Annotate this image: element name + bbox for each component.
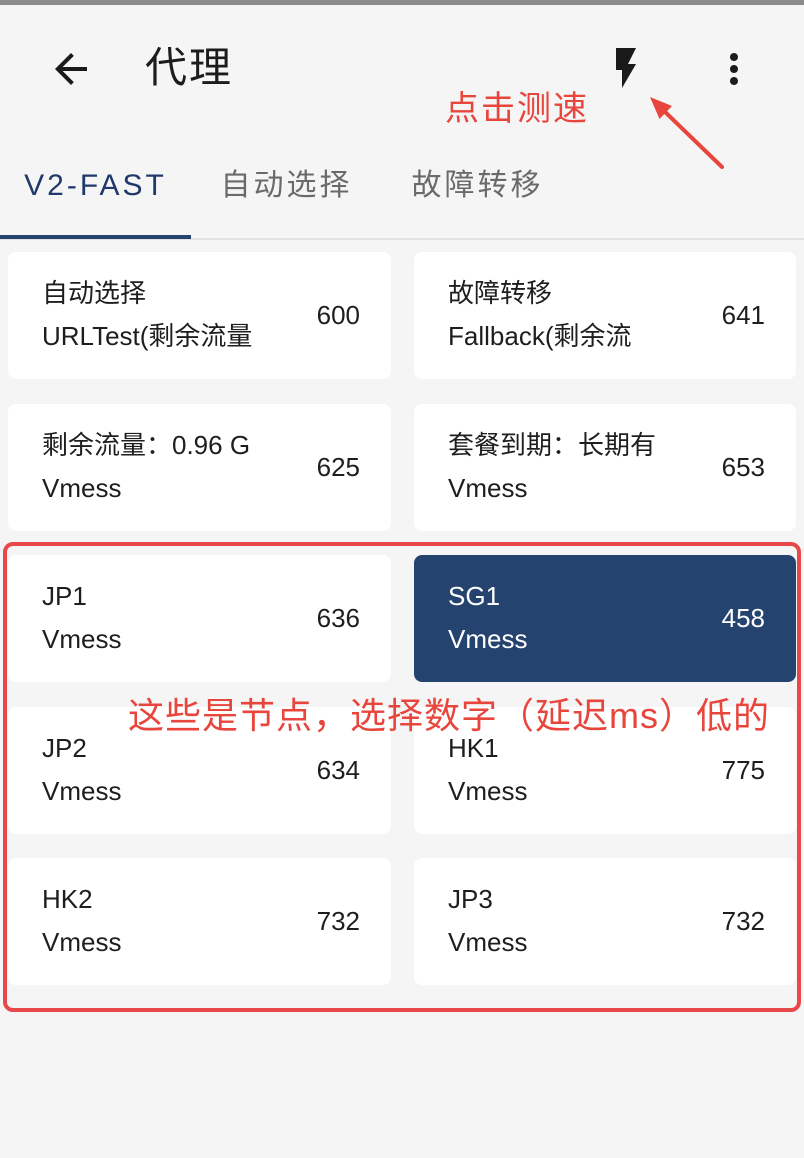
speed-test-button[interactable] [602,44,650,92]
proxy-name: HK1 [448,732,499,763]
proxy-type: Vmess [448,927,528,957]
proxy-delay: 636 [316,603,360,633]
tab-indicator [0,235,191,239]
proxy-name: SG1 [448,581,501,611]
proxy-delay: 458 [721,603,765,633]
proxy-type: Vmess [448,472,528,503]
proxy-card[interactable]: 故障转移 Fallback(剩余流 641 [414,252,796,379]
proxy-name: JP2 [42,732,87,763]
proxy-card[interactable]: HK2 Vmess 732 [8,858,391,985]
proxy-delay: 625 [316,451,360,482]
proxy-type: Vmess [448,775,528,806]
proxy-name: JP3 [448,884,493,914]
proxy-card[interactable]: JP3 Vmess 732 [414,858,796,985]
arrow-back-icon [55,53,87,85]
proxy-name: 套餐到期：长期有 [448,429,657,460]
proxy-type: Vmess [448,624,528,654]
proxy-card[interactable]: 剩余流量：0.96 G Vmess 625 [8,403,391,531]
status-bar [0,0,804,5]
proxy-delay: 775 [721,754,765,785]
proxy-card[interactable]: JP1 Vmess 636 [8,555,391,682]
proxy-type: Vmess [42,624,122,654]
proxy-grid: 自动选择 URLTest(剩余流量 600 故障转移 Fallback(剩余流 … [8,252,796,985]
proxy-name: JP1 [42,581,87,611]
proxy-card[interactable]: JP2 Vmess 634 [8,706,391,834]
page-title: 代理 [145,44,234,91]
proxy-type: Vmess [42,927,122,957]
more-vert-icon [730,53,738,85]
tab-failover[interactable]: 故障转移 [382,138,573,234]
tab-v2-fast[interactable]: V2-FAST [0,138,191,234]
tab-auto-select[interactable]: 自动选择 [191,138,382,234]
proxy-name: HK2 [42,884,93,914]
proxy-type: Vmess [42,775,122,806]
proxy-delay: 732 [316,906,360,936]
proxy-card[interactable]: 自动选择 URLTest(剩余流量 600 [8,252,391,379]
proxy-name: 自动选择 [42,278,147,308]
proxy-delay: 653 [721,451,765,482]
flash-icon [616,48,636,88]
proxy-delay: 634 [316,754,360,785]
proxy-card[interactable]: 套餐到期：长期有 Vmess 653 [414,403,796,531]
tab-bar: V2-FAST 自动选择 故障转移 [0,138,804,240]
proxy-delay: 641 [721,300,765,330]
proxy-card[interactable]: SG1 Vmess 458 [414,555,796,682]
proxy-type: Vmess [42,472,122,503]
speed-test-annotation: 点击测速 [445,90,589,128]
proxy-name: 剩余流量：0.96 G [42,429,251,460]
more-menu-button[interactable] [710,45,758,93]
proxy-card[interactable]: HK1 Vmess 775 [414,706,796,834]
proxy-name: 故障转移 [448,278,553,308]
proxy-type: Fallback(剩余流 [448,321,632,351]
proxy-type: URLTest(剩余流量 [42,321,253,351]
back-button[interactable] [47,45,95,93]
proxy-delay: 600 [316,300,360,330]
proxy-delay: 732 [721,906,765,936]
